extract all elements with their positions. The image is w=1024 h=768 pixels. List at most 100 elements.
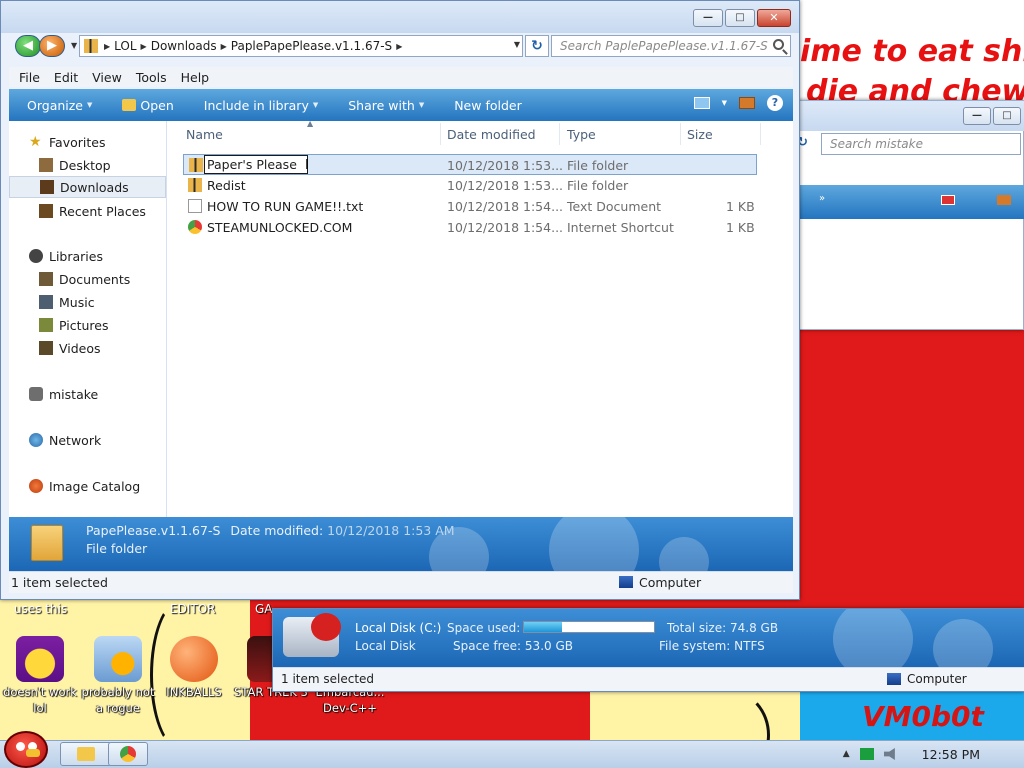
chevron-right-icon[interactable]: ▶ — [141, 42, 147, 51]
start-button[interactable] — [4, 731, 48, 768]
network-icon — [29, 433, 43, 447]
details-type: File folder — [86, 541, 148, 556]
explorer-window-mistake[interactable]: — □ ↻ Search mistake » — [790, 100, 1024, 330]
folder-icon — [31, 525, 63, 561]
nav-pictures[interactable]: Pictures — [9, 314, 166, 336]
change-view-icon[interactable] — [693, 97, 710, 109]
taskbar-chrome-button[interactable] — [108, 742, 148, 766]
breadcrumb-lol[interactable]: LOL — [114, 39, 136, 53]
nav-documents[interactable]: Documents — [9, 268, 166, 290]
titlebar: — □ — [791, 101, 1024, 131]
nav-downloads[interactable]: Downloads — [9, 176, 166, 198]
preview-pane-icon[interactable] — [739, 97, 755, 109]
file-date: 10/12/2018 1:54... — [447, 220, 564, 235]
breadcrumb-current[interactable]: PaplePapePlease.v1.1.67-S — [231, 39, 392, 53]
chevron-right-icon[interactable]: » — [819, 193, 825, 204]
show-hidden-icons-arrow[interactable]: ▲ — [843, 749, 850, 759]
command-bar: » — [791, 185, 1024, 219]
share-with-button[interactable]: Share with ▼ — [348, 98, 424, 113]
clock[interactable]: 12:58 PM — [922, 747, 980, 762]
volume-icon[interactable] — [883, 748, 895, 760]
desktop-icon-yahoo[interactable]: doesn't work lol — [0, 636, 80, 716]
menu-tools[interactable]: Tools — [136, 70, 167, 85]
command-bar: Organize ▼ Open Include in library ▼ Share… — [9, 89, 793, 121]
breadcrumb-downloads[interactable]: Downloads — [151, 39, 217, 53]
statusbar: 1 item selected Computer — [273, 667, 1024, 691]
desktop-icon-inkballs[interactable]: INKBALLS — [154, 636, 234, 700]
desktop-icon-label: doesn't work lol — [3, 685, 77, 715]
nav-recent-places[interactable]: Recent Places — [9, 200, 166, 222]
nav-image-catalog[interactable]: Image Catalog — [9, 475, 166, 497]
menu-file[interactable]: File — [19, 70, 40, 85]
explorer-window[interactable]: — □ ✕ ◀ ▶ ▼ ▶ LOL ▶ Downloads ▶ PaplePap… — [0, 0, 800, 600]
nav-desktop[interactable]: Desktop — [9, 154, 166, 176]
column-name[interactable]: Name — [186, 127, 223, 142]
nav-favorites[interactable]: ★ Favorites — [9, 131, 166, 153]
refresh-button[interactable]: ↻ — [525, 35, 549, 57]
recent-pages-dropdown-icon[interactable]: ▼ — [71, 41, 77, 50]
menu-view[interactable]: View — [92, 70, 122, 85]
chevron-down-icon[interactable]: ▼ — [722, 99, 727, 107]
chevron-right-icon[interactable]: ▶ — [221, 42, 227, 51]
nav-network[interactable]: Network — [9, 429, 166, 451]
space-free: Space free: 53.0 GB — [453, 639, 573, 653]
homegroup-icon — [29, 387, 43, 401]
file-date: 10/12/2018 1:53... — [447, 178, 564, 193]
nav-music[interactable]: Music — [9, 291, 166, 313]
nav-mistake[interactable]: mistake — [9, 383, 166, 405]
column-date-modified[interactable]: Date modified — [447, 127, 536, 142]
file-row-papers-please[interactable]: Paper's Please I 10/12/2018 1:53... File … — [183, 154, 757, 175]
recent-places-icon — [39, 204, 53, 218]
chevron-right-icon[interactable]: ▶ — [396, 42, 402, 51]
preview-pane-icon[interactable] — [997, 195, 1011, 205]
view-icon[interactable] — [941, 195, 955, 205]
open-button[interactable]: Open — [122, 98, 174, 113]
desktop-top-label: GA — [255, 602, 273, 616]
downloads-icon — [40, 180, 54, 194]
chevron-down-icon[interactable]: ▼ — [514, 40, 520, 49]
network-tray-icon[interactable] — [859, 748, 874, 760]
search-input[interactable]: Search mistake — [821, 133, 1021, 155]
computer-icon — [619, 576, 633, 588]
nav-buttons: ◀ ▶ ▼ — [13, 35, 77, 57]
file-row-how-to-run[interactable]: HOW TO RUN GAME!!.txt 10/12/2018 1:54...… — [183, 196, 757, 217]
forward-button[interactable]: ▶ — [39, 35, 65, 57]
file-size: 1 KB — [726, 220, 755, 235]
status-selection: 1 item selected — [11, 575, 108, 590]
details-name: PapePlease.v1.1.67-S — [86, 523, 221, 538]
address-bar[interactable]: ▶ LOL ▶ Downloads ▶ PaplePapePlease.v1.1… — [79, 35, 523, 57]
include-in-library-button[interactable]: Include in library ▼ — [204, 98, 318, 113]
minimize-button[interactable]: — — [693, 9, 723, 27]
taskbar-explorer-button[interactable] — [60, 742, 112, 766]
desktop-icon-gears[interactable]: probably not a rogue — [78, 636, 158, 716]
rename-input[interactable]: Paper's Please I — [204, 155, 309, 174]
chevron-right-icon[interactable]: ▶ — [104, 42, 110, 51]
file-row-redist[interactable]: Redist 10/12/2018 1:53... File folder — [183, 175, 757, 196]
file-row-steamunlocked[interactable]: STEAMUNLOCKED.COM 10/12/2018 1:54... Int… — [183, 217, 757, 238]
chrome-icon — [120, 746, 136, 762]
close-button[interactable]: ✕ — [757, 9, 791, 27]
column-type[interactable]: Type — [567, 127, 596, 142]
file-name: Redist — [207, 178, 246, 193]
menu-edit[interactable]: Edit — [54, 70, 78, 85]
statusbar: 1 item selected Computer — [9, 571, 793, 593]
explorer-window-computer[interactable]: Local Disk (C:) Local Disk Space used: S… — [272, 608, 1024, 692]
details-pane: PapePlease.v1.1.67-S Date modified: 10/1… — [9, 517, 793, 571]
details-date-value: 10/12/2018 1:53 AM — [327, 523, 455, 538]
minimize-button[interactable]: — — [963, 107, 991, 125]
help-icon[interactable]: ? — [767, 95, 783, 111]
navigation-pane: ★ Favorites Desktop Downloads Recent Plac… — [9, 121, 167, 517]
file-name: HOW TO RUN GAME!!.txt — [207, 199, 364, 214]
search-input[interactable]: Search PaplePapePlease.v1.1.67-S — [551, 35, 791, 57]
music-icon — [39, 295, 53, 309]
chrome-shortcut-icon — [188, 220, 202, 234]
nav-libraries[interactable]: Libraries — [9, 245, 166, 267]
menu-help[interactable]: Help — [181, 70, 210, 85]
back-button[interactable]: ◀ — [15, 35, 41, 57]
nav-videos[interactable]: Videos — [9, 337, 166, 359]
column-size[interactable]: Size — [687, 127, 713, 142]
new-folder-button[interactable]: New folder — [454, 98, 522, 113]
maximize-button[interactable]: □ — [993, 107, 1021, 125]
organize-button[interactable]: Organize ▼ — [27, 98, 92, 113]
maximize-button[interactable]: □ — [725, 9, 755, 27]
